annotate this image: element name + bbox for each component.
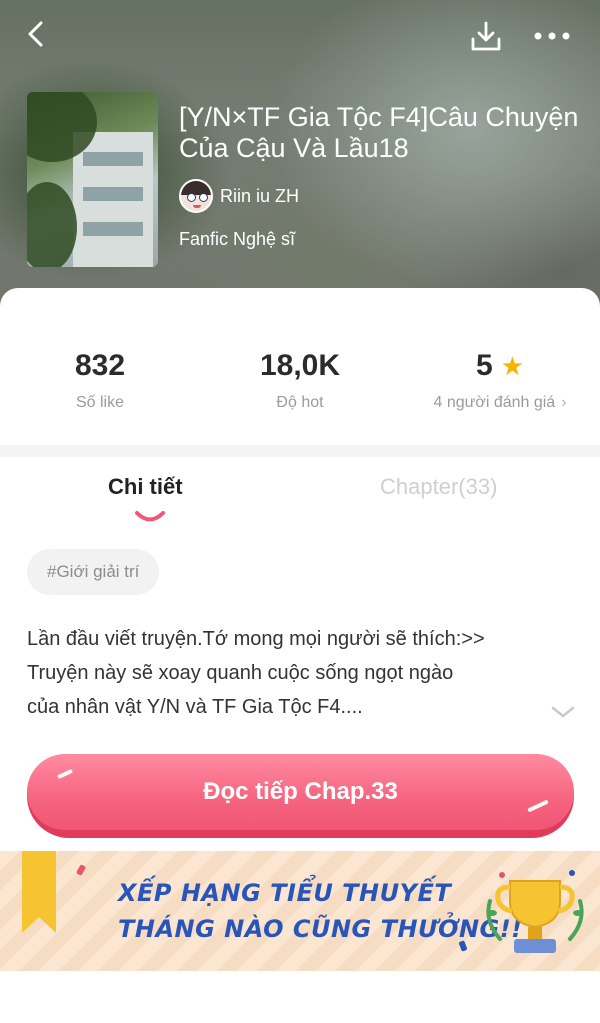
- back-button[interactable]: [16, 14, 56, 54]
- description-line: Lần đầu viết truyện.Tớ mong mọi người sẽ…: [27, 628, 485, 650]
- story-genre: Fanfic Nghệ sĩ: [179, 229, 296, 249]
- hot-label: Độ hot: [276, 394, 324, 411]
- download-button[interactable]: [466, 16, 506, 56]
- chevron-right-icon: ›: [561, 394, 567, 411]
- cover-window: [83, 187, 143, 201]
- description-line: Truyện này sẽ xoay quanh cuộc sống ngọt …: [27, 662, 454, 684]
- likes-label: Số like: [75, 394, 125, 411]
- stats-card: 832 Số like 18,0K Độ hot 5 ★ 4 người đán…: [0, 288, 600, 445]
- tab-details[interactable]: Chi tiết: [108, 474, 183, 500]
- stat-hot: 18,0K Độ hot: [200, 348, 400, 412]
- tab-chapters[interactable]: Chapter(33): [380, 474, 497, 500]
- bookmark-ribbon-icon: [22, 851, 56, 933]
- cover-tree: [27, 182, 77, 267]
- back-arrow-icon: [28, 21, 43, 47]
- stat-rating[interactable]: 5 ★ 4 người đánh giá ›: [400, 348, 600, 412]
- confetti: [75, 864, 87, 876]
- continue-reading-label: Đọc tiếp Chap.33: [27, 754, 574, 830]
- author-link[interactable]: Riin iu ZH: [179, 179, 299, 213]
- story-title: [Y/N×TF Gia Tộc F4]Câu Chuyện Của Cậu Và…: [179, 102, 579, 163]
- rating-label: 4 người đánh giá ›: [400, 394, 600, 412]
- story-detail-page: [Y/N×TF Gia Tộc F4]Câu Chuyện Của Cậu Và…: [0, 0, 600, 1023]
- expand-chevron-icon[interactable]: [548, 700, 578, 724]
- hot-count: 18,0K: [259, 349, 341, 382]
- rating-value: 5: [476, 349, 493, 382]
- cover-window: [83, 152, 143, 166]
- section-separator: [0, 445, 600, 457]
- active-tab-indicator: [135, 511, 165, 522]
- likes-count: 832: [74, 349, 126, 382]
- more-options-button[interactable]: [532, 16, 572, 56]
- star-icon: ★: [500, 351, 524, 381]
- author-name: Riin iu ZH: [220, 185, 300, 206]
- story-description: Lần đầu viết truyện.Tớ mong mọi người sẽ…: [27, 622, 557, 724]
- description-line: của nhân vật Y/N và TF Gia Tộc F4....: [27, 696, 363, 718]
- author-avatar: [179, 179, 213, 213]
- story-header: [Y/N×TF Gia Tộc F4]Câu Chuyện Của Cậu Và…: [0, 0, 600, 320]
- cover-window: [83, 222, 143, 236]
- trophy-icon: [486, 870, 584, 953]
- genre-tag[interactable]: #Giới giải trí: [27, 549, 160, 595]
- stat-likes: 832 Số like: [0, 348, 200, 412]
- rating-score: 5 ★: [400, 348, 600, 384]
- banner-subheadline: THÁNG NÀO CŨNG THƯỞNG!!: [118, 915, 523, 943]
- download-icon: [471, 21, 501, 51]
- story-cover-image[interactable]: [27, 92, 158, 267]
- rating-count-text: 4 người đánh giá: [433, 394, 556, 411]
- banner-headline: XẾP HẠNG TIỂU THUYẾT: [118, 879, 452, 907]
- continue-reading-button[interactable]: Đọc tiếp Chap.33: [27, 754, 574, 838]
- more-dots-icon: [534, 32, 570, 40]
- ranking-promo-banner[interactable]: XẾP HẠNG TIỂU THUYẾT THÁNG NÀO CŨNG THƯỞ…: [0, 851, 600, 971]
